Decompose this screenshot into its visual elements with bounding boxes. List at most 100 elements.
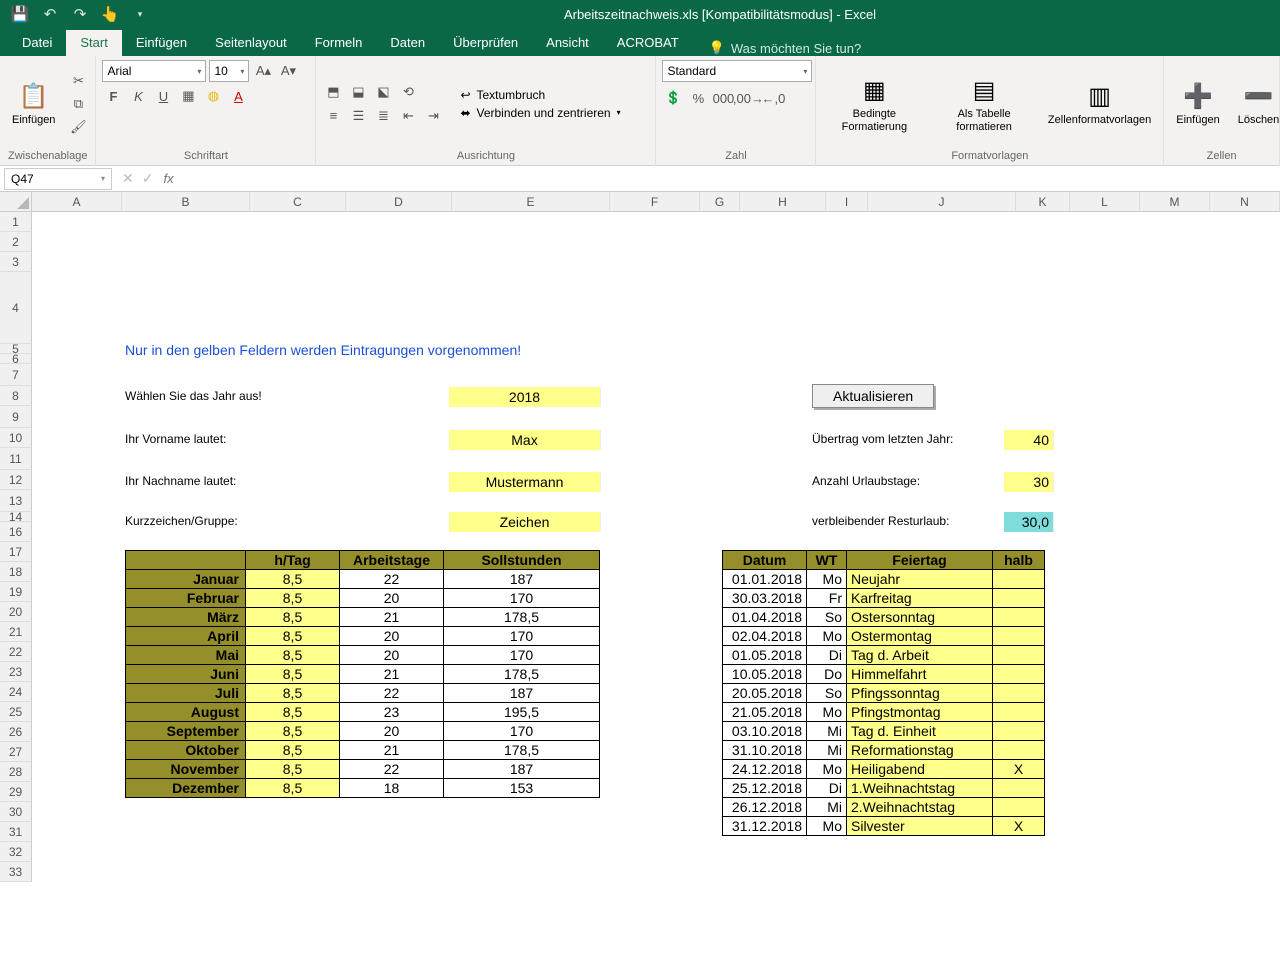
row-header[interactable]: 30: [0, 802, 32, 822]
thousands-icon[interactable]: 000: [712, 88, 734, 108]
holiday-half[interactable]: X: [993, 760, 1045, 779]
col-header[interactable]: J: [868, 192, 1016, 211]
col-header[interactable]: K: [1016, 192, 1070, 211]
tab-start[interactable]: Start: [66, 30, 121, 56]
holiday-half[interactable]: [993, 570, 1045, 589]
enter-formula-icon[interactable]: ✓: [142, 170, 154, 187]
carry-value[interactable]: 40: [1004, 430, 1054, 450]
holiday-half[interactable]: [993, 627, 1045, 646]
delete-cells-button[interactable]: ➖Löschen: [1232, 60, 1280, 147]
wrap-text-button[interactable]: ↩Textumbruch: [460, 88, 620, 102]
hours-per-day[interactable]: 8,5: [246, 665, 340, 684]
qat-customize-icon[interactable]: ▾: [126, 2, 154, 26]
row-header[interactable]: 26: [0, 722, 32, 742]
hours-per-day[interactable]: 8,5: [246, 589, 340, 608]
firstname-input[interactable]: Max: [449, 430, 601, 450]
tab-view[interactable]: Ansicht: [532, 30, 603, 56]
col-header[interactable]: I: [826, 192, 868, 211]
indent-increase-icon[interactable]: ⇥: [422, 106, 444, 126]
col-header[interactable]: A: [32, 192, 122, 211]
border-icon[interactable]: ▦: [177, 86, 199, 106]
number-format-combo[interactable]: Standard▾: [662, 60, 812, 82]
holiday-name[interactable]: Silvester: [847, 817, 993, 836]
hours-per-day[interactable]: 8,5: [246, 627, 340, 646]
underline-button[interactable]: U: [152, 86, 174, 106]
row-header[interactable]: 12: [0, 470, 32, 490]
fill-color-icon[interactable]: ◍: [202, 86, 224, 106]
holiday-half[interactable]: [993, 646, 1045, 665]
row-header[interactable]: 20: [0, 602, 32, 622]
percent-icon[interactable]: %: [687, 88, 709, 108]
col-header[interactable]: G: [700, 192, 740, 211]
holiday-half[interactable]: [993, 665, 1045, 684]
holiday-name[interactable]: Himmelfahrt: [847, 665, 993, 684]
tab-pagelayout[interactable]: Seitenlayout: [201, 30, 301, 56]
row-header[interactable]: 8: [0, 386, 32, 406]
bold-button[interactable]: F: [102, 86, 124, 106]
cancel-formula-icon[interactable]: ✕: [122, 170, 134, 187]
hours-per-day[interactable]: 8,5: [246, 570, 340, 589]
tell-me-search[interactable]: 💡 Was möchten Sie tun?: [709, 40, 862, 56]
tab-insert[interactable]: Einfügen: [122, 30, 201, 56]
row-header[interactable]: 11: [0, 448, 32, 470]
holiday-half[interactable]: [993, 741, 1045, 760]
holiday-half[interactable]: [993, 608, 1045, 627]
hours-per-day[interactable]: 8,5: [246, 684, 340, 703]
col-header[interactable]: E: [452, 192, 610, 211]
align-right-icon[interactable]: ≣: [372, 106, 394, 126]
row-header[interactable]: 21: [0, 622, 32, 642]
cut-icon[interactable]: ✂: [67, 71, 89, 91]
row-header[interactable]: 10: [0, 428, 32, 448]
col-header[interactable]: B: [122, 192, 250, 211]
spreadsheet-grid[interactable]: A B C D E F G H I J K L M N 123456789101…: [0, 192, 1280, 960]
holiday-name[interactable]: Pfingssonntag: [847, 684, 993, 703]
vacdays-value[interactable]: 30: [1004, 472, 1054, 492]
col-header[interactable]: H: [740, 192, 826, 211]
indent-decrease-icon[interactable]: ⇤: [397, 106, 419, 126]
holiday-name[interactable]: Reformationstag: [847, 741, 993, 760]
align-middle-icon[interactable]: ⬓: [347, 82, 369, 102]
align-center-icon[interactable]: ☰: [347, 106, 369, 126]
format-painter-icon[interactable]: 🖌: [67, 117, 89, 137]
touch-mode-icon[interactable]: 👆: [96, 2, 124, 26]
holiday-name[interactable]: Karfreitag: [847, 589, 993, 608]
fx-icon[interactable]: fx: [163, 171, 183, 186]
year-input[interactable]: 2018: [449, 387, 601, 407]
font-color-icon[interactable]: A: [227, 86, 249, 106]
row-header[interactable]: 4: [0, 272, 32, 344]
col-header[interactable]: D: [346, 192, 452, 211]
insert-cells-button[interactable]: ➕Einfügen: [1170, 60, 1225, 147]
tab-data[interactable]: Daten: [376, 30, 439, 56]
row-header[interactable]: 3: [0, 252, 32, 272]
save-icon[interactable]: 💾: [6, 2, 34, 26]
row-header[interactable]: 24: [0, 682, 32, 702]
align-top-icon[interactable]: ⬒: [322, 82, 344, 102]
holiday-half[interactable]: [993, 722, 1045, 741]
increase-decimal-icon[interactable]: ,00→: [737, 88, 759, 108]
paste-button[interactable]: 📋 Einfügen: [6, 60, 61, 147]
row-header[interactable]: 31: [0, 822, 32, 842]
col-header[interactable]: M: [1140, 192, 1210, 211]
decrease-decimal-icon[interactable]: ←,0: [762, 88, 784, 108]
cell-styles-button[interactable]: ▥Zellenformatvorlagen: [1042, 60, 1157, 147]
accounting-icon[interactable]: 💲: [662, 88, 684, 108]
holiday-name[interactable]: 1.Weihnachtstag: [847, 779, 993, 798]
row-header[interactable]: 7: [0, 364, 32, 386]
row-header[interactable]: 6: [0, 354, 32, 364]
hours-per-day[interactable]: 8,5: [246, 703, 340, 722]
hours-per-day[interactable]: 8,5: [246, 722, 340, 741]
undo-icon[interactable]: ↶: [36, 2, 64, 26]
col-header[interactable]: N: [1210, 192, 1280, 211]
hours-per-day[interactable]: 8,5: [246, 741, 340, 760]
redo-icon[interactable]: ↷: [66, 2, 94, 26]
holiday-name[interactable]: Tag d. Einheit: [847, 722, 993, 741]
conditional-formatting-button[interactable]: ▦Bedingte Formatierung: [822, 60, 926, 147]
row-header[interactable]: 18: [0, 562, 32, 582]
grow-font-icon[interactable]: A▴: [252, 61, 274, 81]
holiday-name[interactable]: Heiligabend: [847, 760, 993, 779]
row-header[interactable]: 14: [0, 512, 32, 522]
holiday-name[interactable]: 2.Weihnachtstag: [847, 798, 993, 817]
row-header[interactable]: 33: [0, 862, 32, 882]
orientation-icon[interactable]: ⟲: [397, 82, 419, 102]
holiday-half[interactable]: [993, 589, 1045, 608]
